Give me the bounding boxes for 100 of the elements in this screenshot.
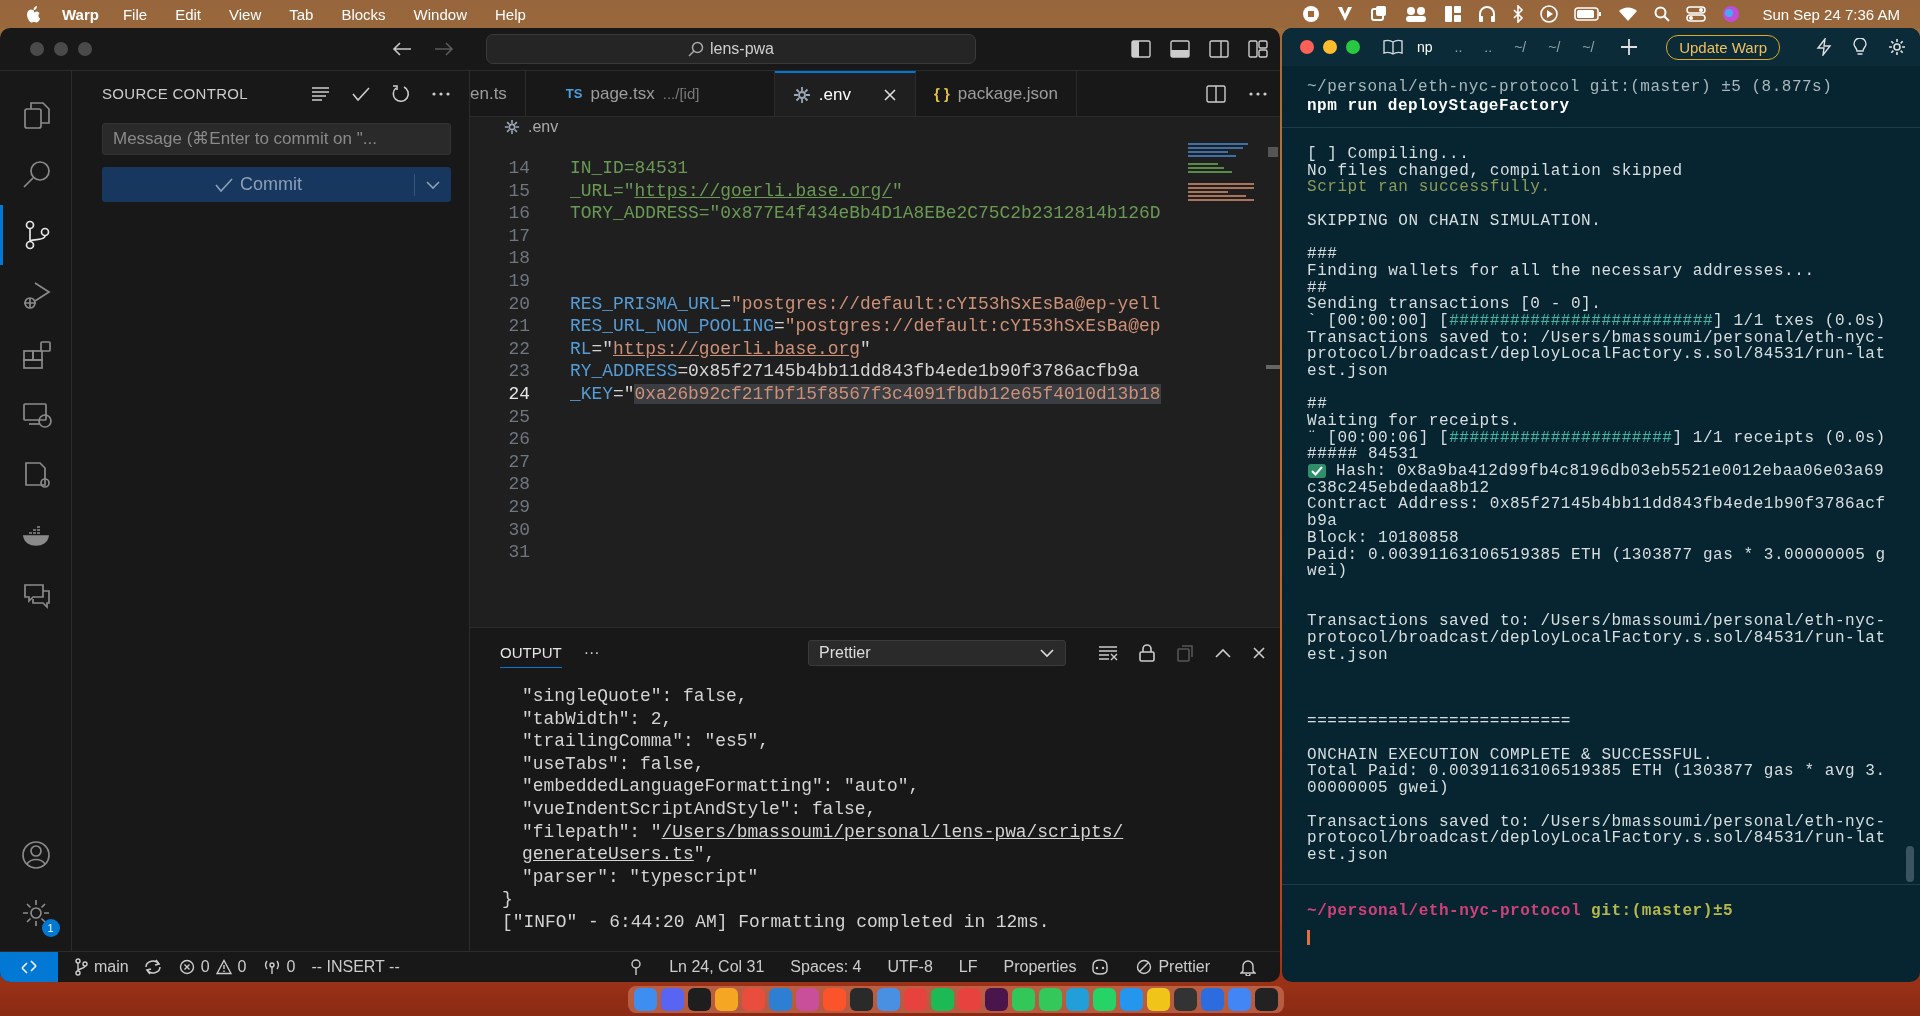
apple-icon[interactable] bbox=[26, 5, 42, 23]
back-icon[interactable] bbox=[392, 41, 412, 57]
split-editor-icon[interactable] bbox=[1206, 84, 1226, 103]
close-icon[interactable] bbox=[1252, 646, 1266, 660]
clear-output-icon[interactable] bbox=[1098, 645, 1118, 661]
line-ending[interactable]: LF bbox=[958, 958, 978, 976]
encoding[interactable]: UTF-8 bbox=[887, 958, 933, 976]
close-icon[interactable] bbox=[883, 87, 897, 102]
indentation[interactable]: Spaces: 4 bbox=[790, 958, 862, 976]
problems-status[interactable]: 0 0 bbox=[178, 958, 247, 976]
record-icon[interactable] bbox=[1302, 5, 1321, 23]
terminal-tab[interactable]: np bbox=[1417, 39, 1433, 55]
control-center-icon[interactable] bbox=[1686, 6, 1707, 22]
app-menu[interactable]: Warp bbox=[62, 5, 99, 23]
output-channel-select[interactable]: Prettier bbox=[808, 640, 1066, 666]
checkmark-icon[interactable] bbox=[351, 85, 371, 102]
close-window-button[interactable] bbox=[1300, 40, 1314, 54]
cursor-position[interactable]: Ln 24, Col 31 bbox=[669, 958, 765, 976]
app-icon[interactable] bbox=[850, 987, 873, 1011]
triangle-icon[interactable] bbox=[1336, 5, 1355, 23]
terminal-line: est.json bbox=[1307, 846, 1389, 864]
output-tab[interactable]: OUTPUT bbox=[500, 638, 562, 668]
lightning-icon[interactable] bbox=[1816, 38, 1832, 56]
lightbulb-icon[interactable] bbox=[1852, 38, 1868, 56]
command-center[interactable]: lens-pwa bbox=[486, 34, 976, 64]
menu-item[interactable]: Help bbox=[494, 5, 526, 23]
sync-icon[interactable] bbox=[142, 959, 163, 975]
people-icon[interactable] bbox=[1404, 5, 1429, 23]
app-icon[interactable] bbox=[688, 987, 711, 1011]
grid-icon[interactable] bbox=[1444, 5, 1463, 23]
commit-button[interactable]: Commit bbox=[102, 167, 451, 202]
formatter-status[interactable]: Prettier bbox=[1136, 958, 1210, 976]
menu-clock[interactable]: Sun Sep 24 7:36 AM bbox=[1762, 5, 1900, 23]
line-number: 30 bbox=[507, 518, 530, 542]
menu-item[interactable]: Blocks bbox=[341, 5, 386, 23]
zoom-window-button[interactable] bbox=[1346, 40, 1360, 54]
copilot-icon[interactable] bbox=[1090, 959, 1111, 975]
editor-tab[interactable]: TS page.tsx .../[id] bbox=[525, 71, 775, 116]
new-tab-icon[interactable] bbox=[1620, 38, 1639, 56]
terminal-line: wei) bbox=[1307, 563, 1348, 580]
account-icon[interactable] bbox=[19, 839, 52, 871]
language-mode[interactable]: Properties bbox=[1003, 958, 1077, 976]
refresh-icon[interactable] bbox=[391, 84, 411, 103]
minimize-window-button[interactable] bbox=[1323, 40, 1337, 54]
block-header: ~/personal/eth-nyc-protocol git:(master) ±5 (8.877s) bbox=[1307, 77, 1834, 97]
chevron-down-icon[interactable] bbox=[425, 179, 441, 190]
bluetooth-icon[interactable] bbox=[1512, 5, 1525, 23]
ports-status[interactable]: 0 bbox=[262, 958, 296, 976]
panel-more[interactable]: ··· bbox=[583, 644, 600, 662]
breadcrumb-item[interactable]: .env bbox=[528, 118, 559, 136]
terminal-tab[interactable]: ~/ bbox=[1582, 39, 1595, 55]
terminal-tab[interactable]: ~/ bbox=[1548, 39, 1561, 55]
terminal-tab[interactable]: ~/ bbox=[1514, 39, 1527, 55]
terminal-line: ONCHAIN EXECUTION COMPLETE & SUCCESSFUL. bbox=[1307, 746, 1714, 764]
branch-status[interactable]: main bbox=[74, 958, 129, 976]
commit-message-field[interactable]: Message (⌘Enter to commit on "... bbox=[102, 123, 451, 155]
book-icon[interactable] bbox=[1383, 39, 1403, 55]
lock-icon[interactable] bbox=[1138, 644, 1156, 662]
branch-icon bbox=[74, 958, 88, 976]
editor-tab[interactable]: { } package.json bbox=[916, 71, 1078, 116]
menu-item[interactable]: Tab bbox=[289, 5, 314, 23]
scrollbar-thumb[interactable] bbox=[1268, 147, 1278, 157]
menu-item[interactable]: Window bbox=[413, 5, 467, 23]
app-icon[interactable] bbox=[1255, 987, 1278, 1011]
forward-icon[interactable] bbox=[434, 41, 454, 57]
editor-tab[interactable]: .env bbox=[774, 71, 916, 116]
line-number: 29 bbox=[507, 495, 530, 519]
headphones-icon[interactable] bbox=[1478, 5, 1497, 23]
play-icon[interactable] bbox=[1540, 5, 1559, 23]
chevron-up-icon[interactable] bbox=[1214, 647, 1232, 659]
windows-icon[interactable] bbox=[1370, 5, 1389, 23]
settings-icon[interactable] bbox=[1888, 38, 1906, 56]
progress-line: ` [00:00:00] [##########################] 1/1 txes (0.0s) bbox=[1307, 312, 1886, 330]
output-line: } bbox=[502, 888, 513, 911]
scrollbar-thumb[interactable] bbox=[1906, 846, 1914, 882]
layout-icon[interactable] bbox=[1248, 40, 1268, 58]
wifi-icon[interactable] bbox=[1618, 6, 1639, 22]
remote-button[interactable] bbox=[0, 952, 58, 982]
more-icon[interactable] bbox=[431, 90, 451, 97]
line-number: 26 bbox=[507, 428, 530, 451]
sidebar-toggle-icon[interactable] bbox=[1131, 40, 1151, 58]
app-icon[interactable] bbox=[1174, 987, 1197, 1011]
update-button[interactable]: Update Warp bbox=[1666, 34, 1780, 60]
panel-toggle-icon[interactable] bbox=[1170, 40, 1190, 58]
terminal-tab[interactable]: .. bbox=[1484, 39, 1493, 55]
menu-item[interactable]: Edit bbox=[175, 5, 201, 23]
more-icon[interactable] bbox=[1248, 90, 1268, 97]
secondary-sidebar-icon[interactable] bbox=[1209, 40, 1229, 58]
search-icon[interactable] bbox=[1654, 6, 1671, 22]
app-icon[interactable] bbox=[1147, 987, 1170, 1011]
terminal-tab[interactable]: .. bbox=[1454, 39, 1463, 55]
list-icon[interactable] bbox=[311, 85, 331, 102]
pin-icon[interactable] bbox=[629, 958, 644, 976]
editor-tab[interactable]: en.ts bbox=[470, 71, 526, 116]
menu-item[interactable]: File bbox=[122, 5, 148, 23]
app-icon[interactable] bbox=[985, 987, 1008, 1011]
code-line: RES_PRISMA_URL="postgres://default:cYI53hSxEsBa@ep-yell bbox=[570, 292, 1161, 316]
bell-icon[interactable] bbox=[1240, 958, 1256, 976]
scrollbar-thumb[interactable] bbox=[1266, 365, 1280, 369]
menu-item[interactable]: View bbox=[229, 5, 262, 23]
